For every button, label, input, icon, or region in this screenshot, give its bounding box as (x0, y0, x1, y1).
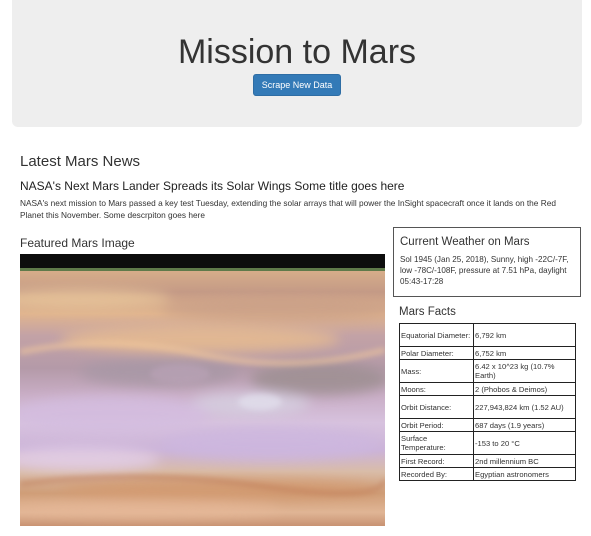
fact-key: Orbit Period: (399, 418, 474, 432)
fact-key: Recorded By: (399, 467, 474, 481)
news-paragraph: NASA's next mission to Mars passed a key… (20, 198, 556, 220)
fact-key: Surface Temperature: (399, 431, 474, 455)
fact-value: 2 (Phobos & Deimos) (473, 382, 576, 396)
fact-value: 6,752 km (473, 346, 576, 360)
jumbotron-header: Mission to Mars Scrape New Data (12, 0, 582, 127)
featured-mars-image (20, 254, 385, 526)
table-row: Surface Temperature: -153 to 20 °C (399, 431, 576, 455)
table-row: Orbit Period: 687 days (1.9 years) (399, 418, 576, 432)
weather-text: Sol 1945 (Jan 25, 2018), Sunny, high -22… (400, 255, 569, 286)
weather-heading: Current Weather on Mars (400, 236, 530, 248)
table-row: Orbit Distance: 227,943,824 km (1.52 AU) (399, 395, 576, 419)
fact-value: 6.42 x 10^23 kg (10.7% Earth) (473, 359, 576, 383)
latest-news-heading: Latest Mars News (20, 153, 141, 170)
fact-value: 227,943,824 km (1.52 AU) (473, 395, 576, 419)
page-title: Mission to Mars (177, 33, 417, 71)
table-row: Equatorial Diameter: 6,792 km (399, 323, 576, 347)
fact-value: 2nd millennium BC (473, 454, 576, 468)
fact-value: 6,792 km (473, 323, 576, 347)
fact-key: Moons: (399, 382, 474, 396)
fact-key: First Record: (399, 454, 474, 468)
fact-value: Egyptian astronomers (473, 467, 576, 481)
featured-image-heading: Featured Mars Image (20, 236, 135, 250)
fact-key: Equatorial Diameter: (399, 323, 474, 347)
table-row: Moons: 2 (Phobos & Deimos) (399, 382, 576, 396)
fact-key: Polar Diameter: (399, 346, 474, 360)
weather-panel: Current Weather on Mars Sol 1945 (Jan 25… (393, 227, 581, 297)
fact-key: Orbit Distance: (399, 395, 474, 419)
news-title: NASA's Next Mars Lander Spreads its Sola… (20, 179, 405, 193)
table-row: Recorded By: Egyptian astronomers (399, 467, 576, 481)
scrape-new-data-button[interactable]: Scrape New Data (253, 74, 341, 96)
fact-value: -153 to 20 °C (473, 431, 576, 455)
mars-facts-table: Equatorial Diameter: 6,792 km Polar Diam… (399, 323, 576, 481)
planet-surface-illustration (20, 254, 385, 526)
fact-value: 687 days (1.9 years) (473, 418, 576, 432)
table-row: First Record: 2nd millennium BC (399, 454, 576, 468)
fact-key: Mass: (399, 359, 474, 383)
table-row: Mass: 6.42 x 10^23 kg (10.7% Earth) (399, 359, 576, 383)
mars-facts-heading: Mars Facts (399, 306, 456, 318)
table-row: Polar Diameter: 6,752 km (399, 346, 576, 360)
